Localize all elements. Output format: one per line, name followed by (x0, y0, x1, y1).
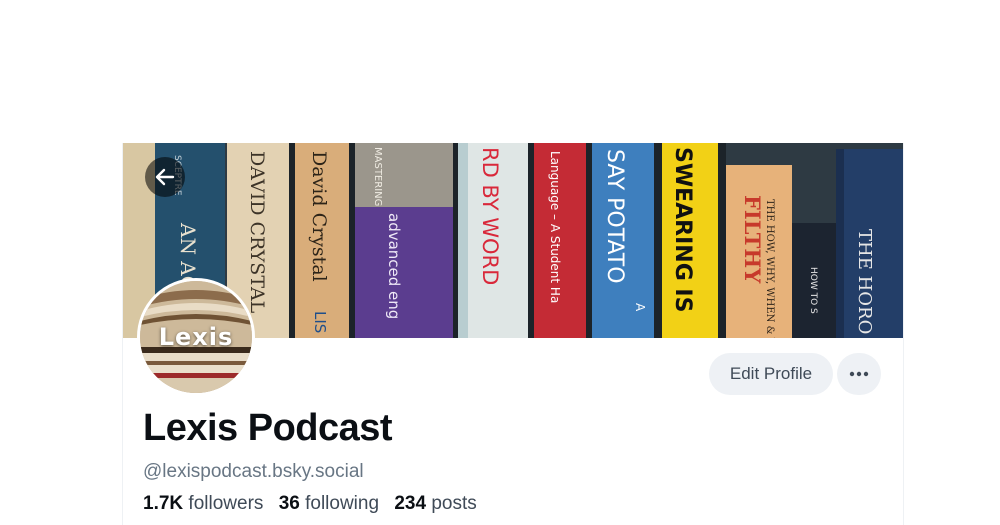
banner-spine-text: SWEARING IS (670, 147, 695, 312)
followers-stat[interactable]: 1.7K followers (143, 493, 263, 514)
arrow-left-icon (155, 168, 175, 186)
banner-spine-text: LIS (311, 311, 329, 333)
posts-count: 234 (394, 493, 427, 514)
banner-spine-text: DAVID CRYSTAL (246, 151, 268, 314)
banner-spine-text: THE HORO (854, 229, 875, 334)
banner-spine-text: FILTHY (740, 195, 765, 284)
banner-spine-text: David Crystal (308, 151, 330, 282)
posts-label: posts (431, 493, 477, 514)
banner-spine-text: HOW TO S (808, 267, 818, 314)
banner-spine-text: SAY POTATO (602, 149, 627, 284)
more-options-button[interactable] (837, 353, 881, 395)
banner-spine-text: MASTERING (372, 147, 383, 206)
followers-count: 1.7K (143, 493, 184, 514)
ellipsis-icon (849, 371, 869, 377)
edit-profile-button[interactable]: Edit Profile (709, 353, 833, 395)
back-button[interactable] (145, 157, 185, 197)
following-count: 36 (278, 493, 300, 514)
followers-label: followers (188, 493, 264, 514)
display-name: Lexis Podcast (143, 407, 393, 449)
posts-stat: 234 posts (394, 493, 476, 514)
banner-spine-text: THE HOW, WHY, WHEN & W (764, 199, 775, 338)
following-label: following (305, 493, 380, 514)
profile-handle: @lexispodcast.bsky.social (143, 461, 364, 482)
banner-spine-text: A (633, 303, 647, 312)
profile-card: SCEPTRE AN AGG DAVID CRYSTAL David Cryst… (122, 143, 904, 525)
following-stat[interactable]: 36 following (279, 493, 379, 514)
banner-spine-text: RD BY WORD (478, 147, 502, 285)
avatar-logo-text: Lexis (158, 323, 234, 351)
avatar[interactable]: Lexis (137, 278, 255, 396)
banner-spine-text: advanced eng (385, 213, 403, 319)
banner-spine-text: Language – A Student Ha (548, 151, 562, 303)
profile-stats: 1.7K followers 36 following 234 posts (143, 493, 487, 515)
